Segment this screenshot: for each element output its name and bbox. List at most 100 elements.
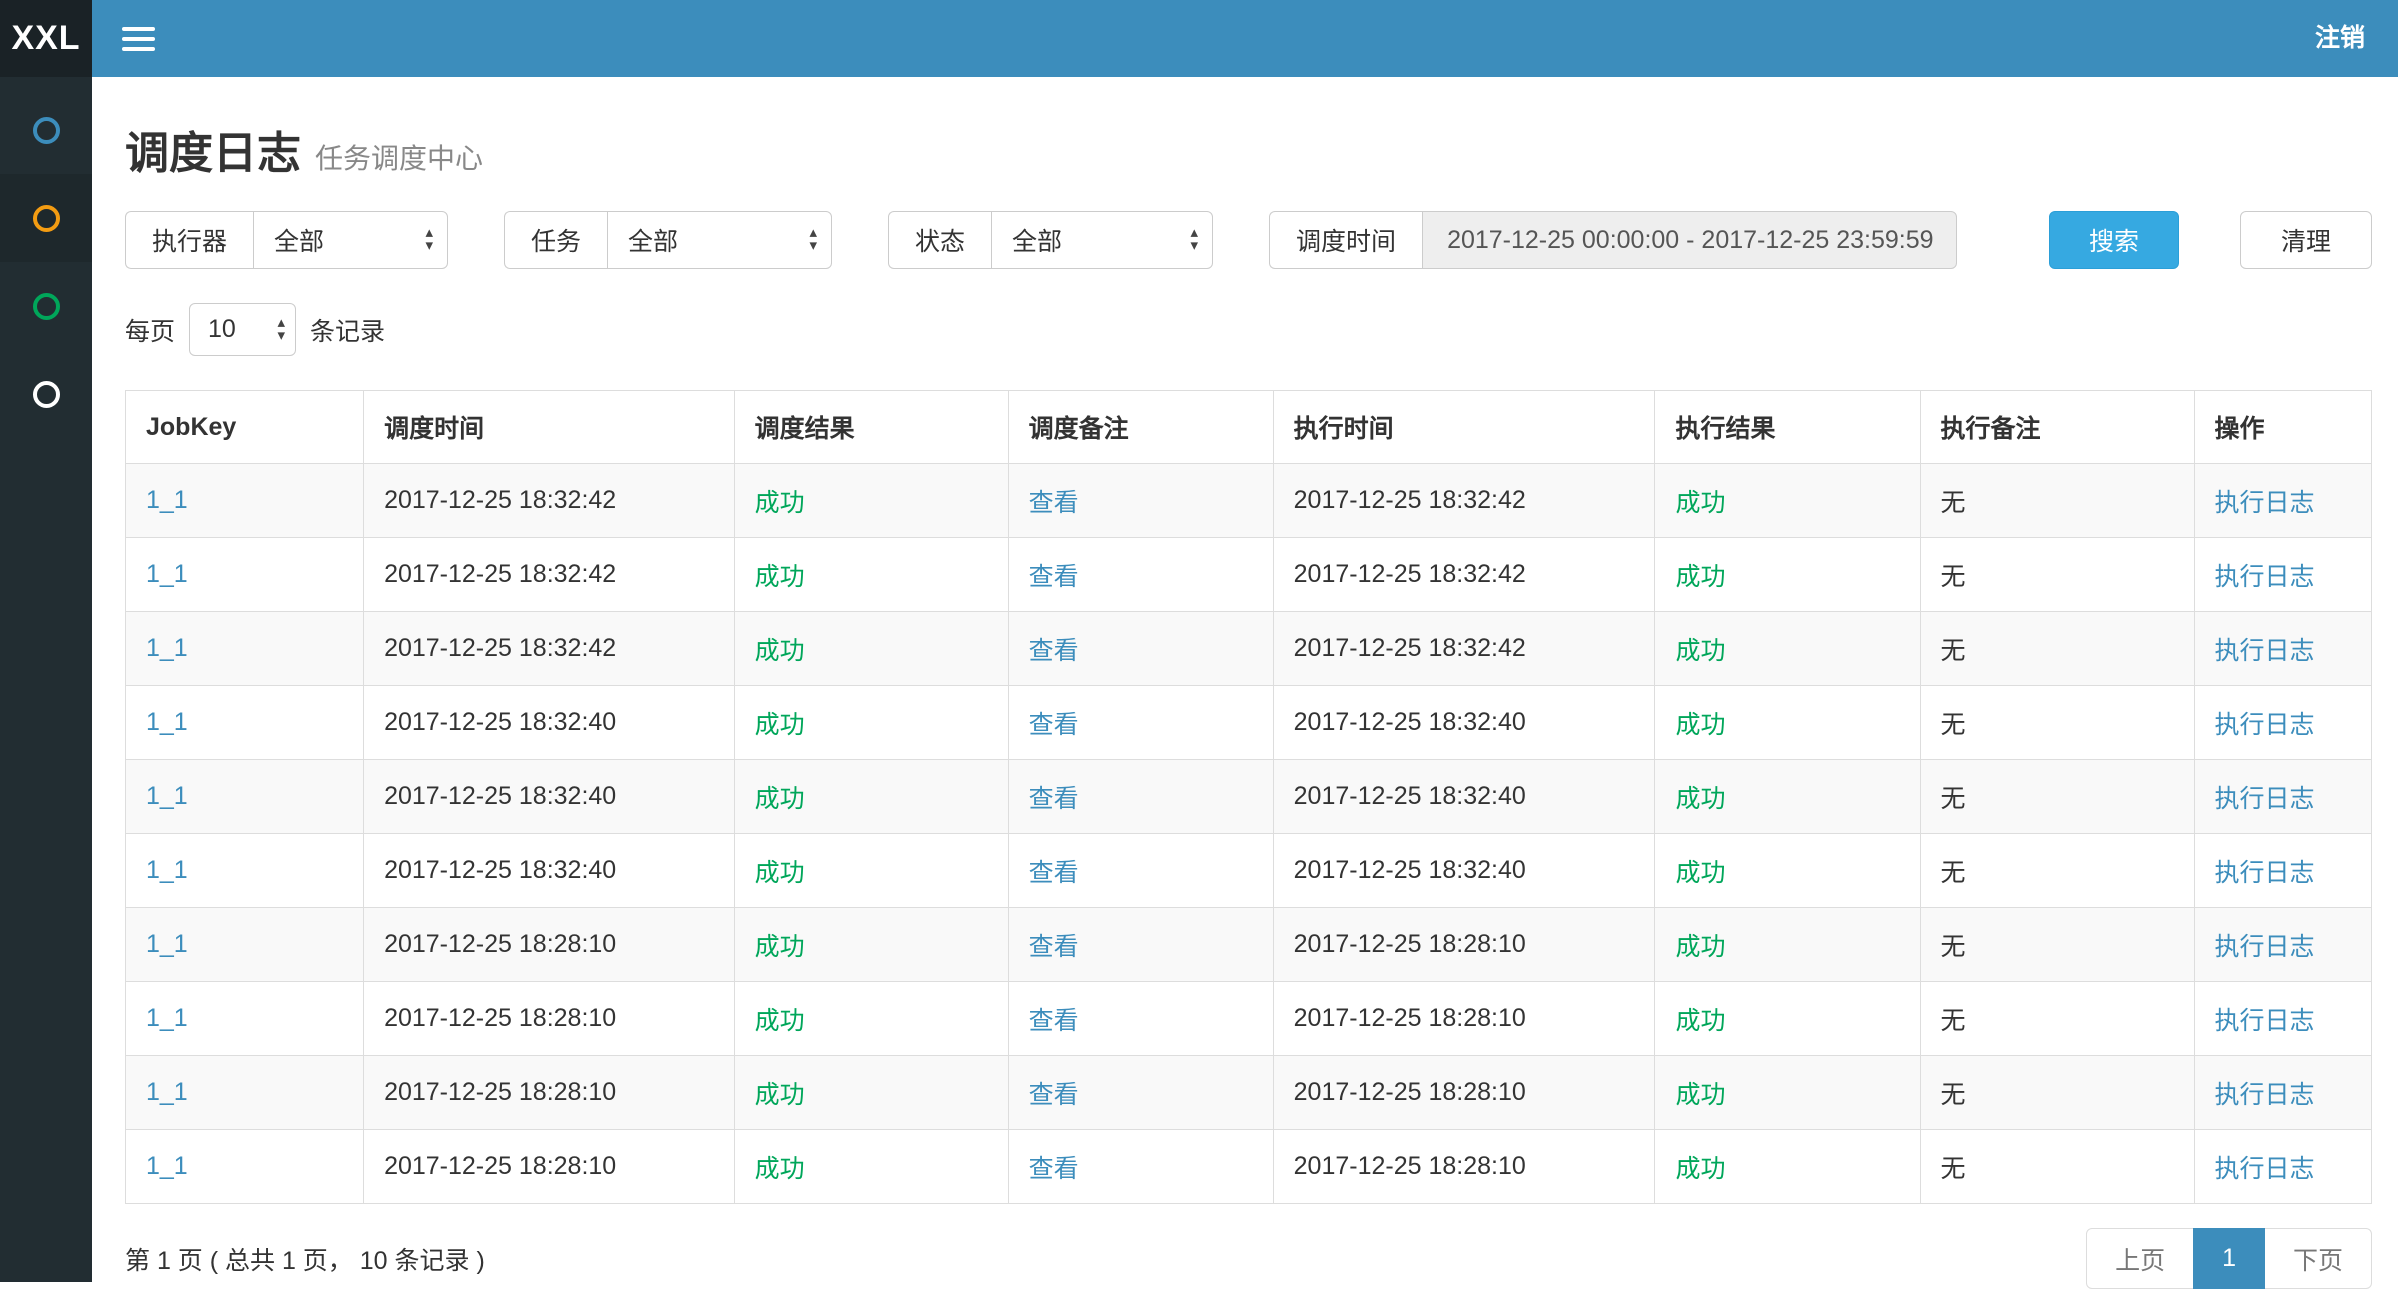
page-size-suffix: 条记录 — [310, 312, 385, 348]
trigger-msg-cell: 查看 — [1008, 982, 1273, 1056]
execution-log-link[interactable]: 执行日志 — [2215, 933, 2315, 961]
current-page-button[interactable]: 1 — [2193, 1228, 2265, 1289]
trigger-time-cell: 2017-12-25 18:32:40 — [364, 760, 735, 834]
jobkey-link[interactable]: 1_1 — [146, 634, 188, 662]
sidebar-toggle-button[interactable] — [92, 0, 185, 77]
brand-logo[interactable]: XXL — [0, 0, 92, 77]
trigger-result-cell: 成功 — [734, 1056, 1008, 1130]
main-content: 调度日志 任务调度中心 执行器 全部 ▴▾ 任务 全部 ▴▾ 状态 全部 ▴▾ — [92, 77, 2398, 1282]
execution-log-link[interactable]: 执行日志 — [2215, 563, 2315, 591]
trigger-msg-link[interactable]: 查看 — [1029, 785, 1079, 813]
filter-bar: 执行器 全部 ▴▾ 任务 全部 ▴▾ 状态 全部 ▴▾ 调度时间 2017-12… — [125, 211, 2372, 269]
status-filter-label: 状态 — [888, 211, 991, 269]
jobkey-link[interactable]: 1_1 — [146, 856, 188, 884]
pagination-info: 第 1 页 ( 总共 1 页， 10 条记录 ) — [125, 1241, 485, 1277]
trigger-msg-link[interactable]: 查看 — [1029, 933, 1079, 961]
table-row: 1_1 2017-12-25 18:32:40 成功 查看 2017-12-25… — [126, 760, 2372, 834]
logout-link[interactable]: 注销 — [2282, 0, 2398, 77]
prev-page-button[interactable]: 上页 — [2086, 1228, 2194, 1289]
trigger-time-cell: 2017-12-25 18:32:42 — [364, 538, 735, 612]
handle-result-cell: 成功 — [1655, 538, 1920, 612]
brand-logo-text: XXL — [11, 19, 80, 58]
trigger-msg-link[interactable]: 查看 — [1029, 711, 1079, 739]
page-title: 调度日志 — [125, 117, 301, 181]
trigger-msg-link[interactable]: 查看 — [1029, 489, 1079, 517]
action-cell: 执行日志 — [2194, 464, 2372, 538]
jobkey-link[interactable]: 1_1 — [146, 1078, 188, 1106]
trigger-msg-cell: 查看 — [1008, 612, 1273, 686]
trigger-msg-link[interactable]: 查看 — [1029, 1155, 1079, 1183]
status-filter-group: 状态 全部 ▴▾ — [888, 211, 1213, 269]
handle-msg-cell: 无 — [1920, 464, 2194, 538]
job-select[interactable]: 全部 ▴▾ — [607, 211, 832, 269]
trigger-msg-link[interactable]: 查看 — [1029, 563, 1079, 591]
trigger-msg-link[interactable]: 查看 — [1029, 1081, 1079, 1109]
trigger-result-cell: 成功 — [734, 834, 1008, 908]
jobkey-cell: 1_1 — [126, 612, 364, 686]
jobkey-link[interactable]: 1_1 — [146, 1004, 188, 1032]
table-header-row: JobKey 调度时间 调度结果 调度备注 执行时间 执行结果 执行备注 操作 — [126, 391, 2372, 464]
execution-log-link[interactable]: 执行日志 — [2215, 637, 2315, 665]
handle-msg-cell: 无 — [1920, 1130, 2194, 1204]
table-row: 1_1 2017-12-25 18:28:10 成功 查看 2017-12-25… — [126, 982, 2372, 1056]
jobkey-link[interactable]: 1_1 — [146, 782, 188, 810]
trigger-time-cell: 2017-12-25 18:28:10 — [364, 1130, 735, 1204]
status-select[interactable]: 全部 ▴▾ — [991, 211, 1213, 269]
handle-time-cell: 2017-12-25 18:32:40 — [1273, 834, 1655, 908]
action-cell: 执行日志 — [2194, 982, 2372, 1056]
trigger-msg-link[interactable]: 查看 — [1029, 859, 1079, 887]
trigger-msg-cell: 查看 — [1008, 538, 1273, 612]
handle-msg-cell: 无 — [1920, 908, 2194, 982]
pagination: 上页 1 下页 — [2086, 1228, 2372, 1289]
execution-log-link[interactable]: 执行日志 — [2215, 785, 2315, 813]
handle-result-cell: 成功 — [1655, 908, 1920, 982]
col-header-trigger-time: 调度时间 — [364, 391, 735, 464]
trigger-time-cell: 2017-12-25 18:28:10 — [364, 908, 735, 982]
sidebar-item-4[interactable] — [0, 350, 92, 438]
sidebar-item-2[interactable] — [0, 174, 92, 262]
jobkey-link[interactable]: 1_1 — [146, 486, 188, 514]
hamburger-icon — [122, 27, 155, 31]
execution-log-link[interactable]: 执行日志 — [2215, 859, 2315, 887]
sidebar-item-3[interactable] — [0, 262, 92, 350]
handle-result-cell: 成功 — [1655, 612, 1920, 686]
handle-time-cell: 2017-12-25 18:28:10 — [1273, 908, 1655, 982]
trigger-time-cell: 2017-12-25 18:32:40 — [364, 686, 735, 760]
trigger-msg-link[interactable]: 查看 — [1029, 1007, 1079, 1035]
execution-log-link[interactable]: 执行日志 — [2215, 711, 2315, 739]
executor-select[interactable]: 全部 ▴▾ — [253, 211, 448, 269]
trigger-time-cell: 2017-12-25 18:28:10 — [364, 1056, 735, 1130]
jobkey-link[interactable]: 1_1 — [146, 560, 188, 588]
execution-log-link[interactable]: 执行日志 — [2215, 1007, 2315, 1035]
handle-result-cell: 成功 — [1655, 1056, 1920, 1130]
trigger-msg-link[interactable]: 查看 — [1029, 637, 1079, 665]
execution-log-link[interactable]: 执行日志 — [2215, 1081, 2315, 1109]
circle-icon — [33, 293, 60, 320]
jobkey-link[interactable]: 1_1 — [146, 1152, 188, 1180]
top-navbar: XXL 注销 — [0, 0, 2398, 77]
handle-result-cell: 成功 — [1655, 982, 1920, 1056]
handle-time-cell: 2017-12-25 18:28:10 — [1273, 1130, 1655, 1204]
col-header-jobkey: JobKey — [126, 391, 364, 464]
clear-button[interactable]: 清理 — [2240, 211, 2372, 269]
sidebar-item-1[interactable] — [0, 86, 92, 174]
table-footer: 第 1 页 ( 总共 1 页， 10 条记录 ) 上页 1 下页 — [125, 1228, 2372, 1289]
dispatch-log-table: JobKey 调度时间 调度结果 调度备注 执行时间 执行结果 执行备注 操作 … — [125, 390, 2372, 1204]
handle-msg-cell: 无 — [1920, 1056, 2194, 1130]
table-row: 1_1 2017-12-25 18:28:10 成功 查看 2017-12-25… — [126, 908, 2372, 982]
jobkey-link[interactable]: 1_1 — [146, 930, 188, 958]
trigger-msg-cell: 查看 — [1008, 908, 1273, 982]
col-header-action: 操作 — [2194, 391, 2372, 464]
handle-msg-cell: 无 — [1920, 686, 2194, 760]
page-size-select[interactable]: 10 ▴▾ — [189, 303, 296, 356]
trigger-result-cell: 成功 — [734, 464, 1008, 538]
trigger-result-cell: 成功 — [734, 982, 1008, 1056]
trigger-time-range-input[interactable]: 2017-12-25 00:00:00 - 2017-12-25 23:59:5… — [1422, 211, 1957, 269]
execution-log-link[interactable]: 执行日志 — [2215, 1155, 2315, 1183]
jobkey-cell: 1_1 — [126, 464, 364, 538]
execution-log-link[interactable]: 执行日志 — [2215, 489, 2315, 517]
trigger-msg-cell: 查看 — [1008, 464, 1273, 538]
jobkey-link[interactable]: 1_1 — [146, 708, 188, 736]
next-page-button[interactable]: 下页 — [2264, 1228, 2372, 1289]
search-button[interactable]: 搜索 — [2049, 211, 2179, 269]
